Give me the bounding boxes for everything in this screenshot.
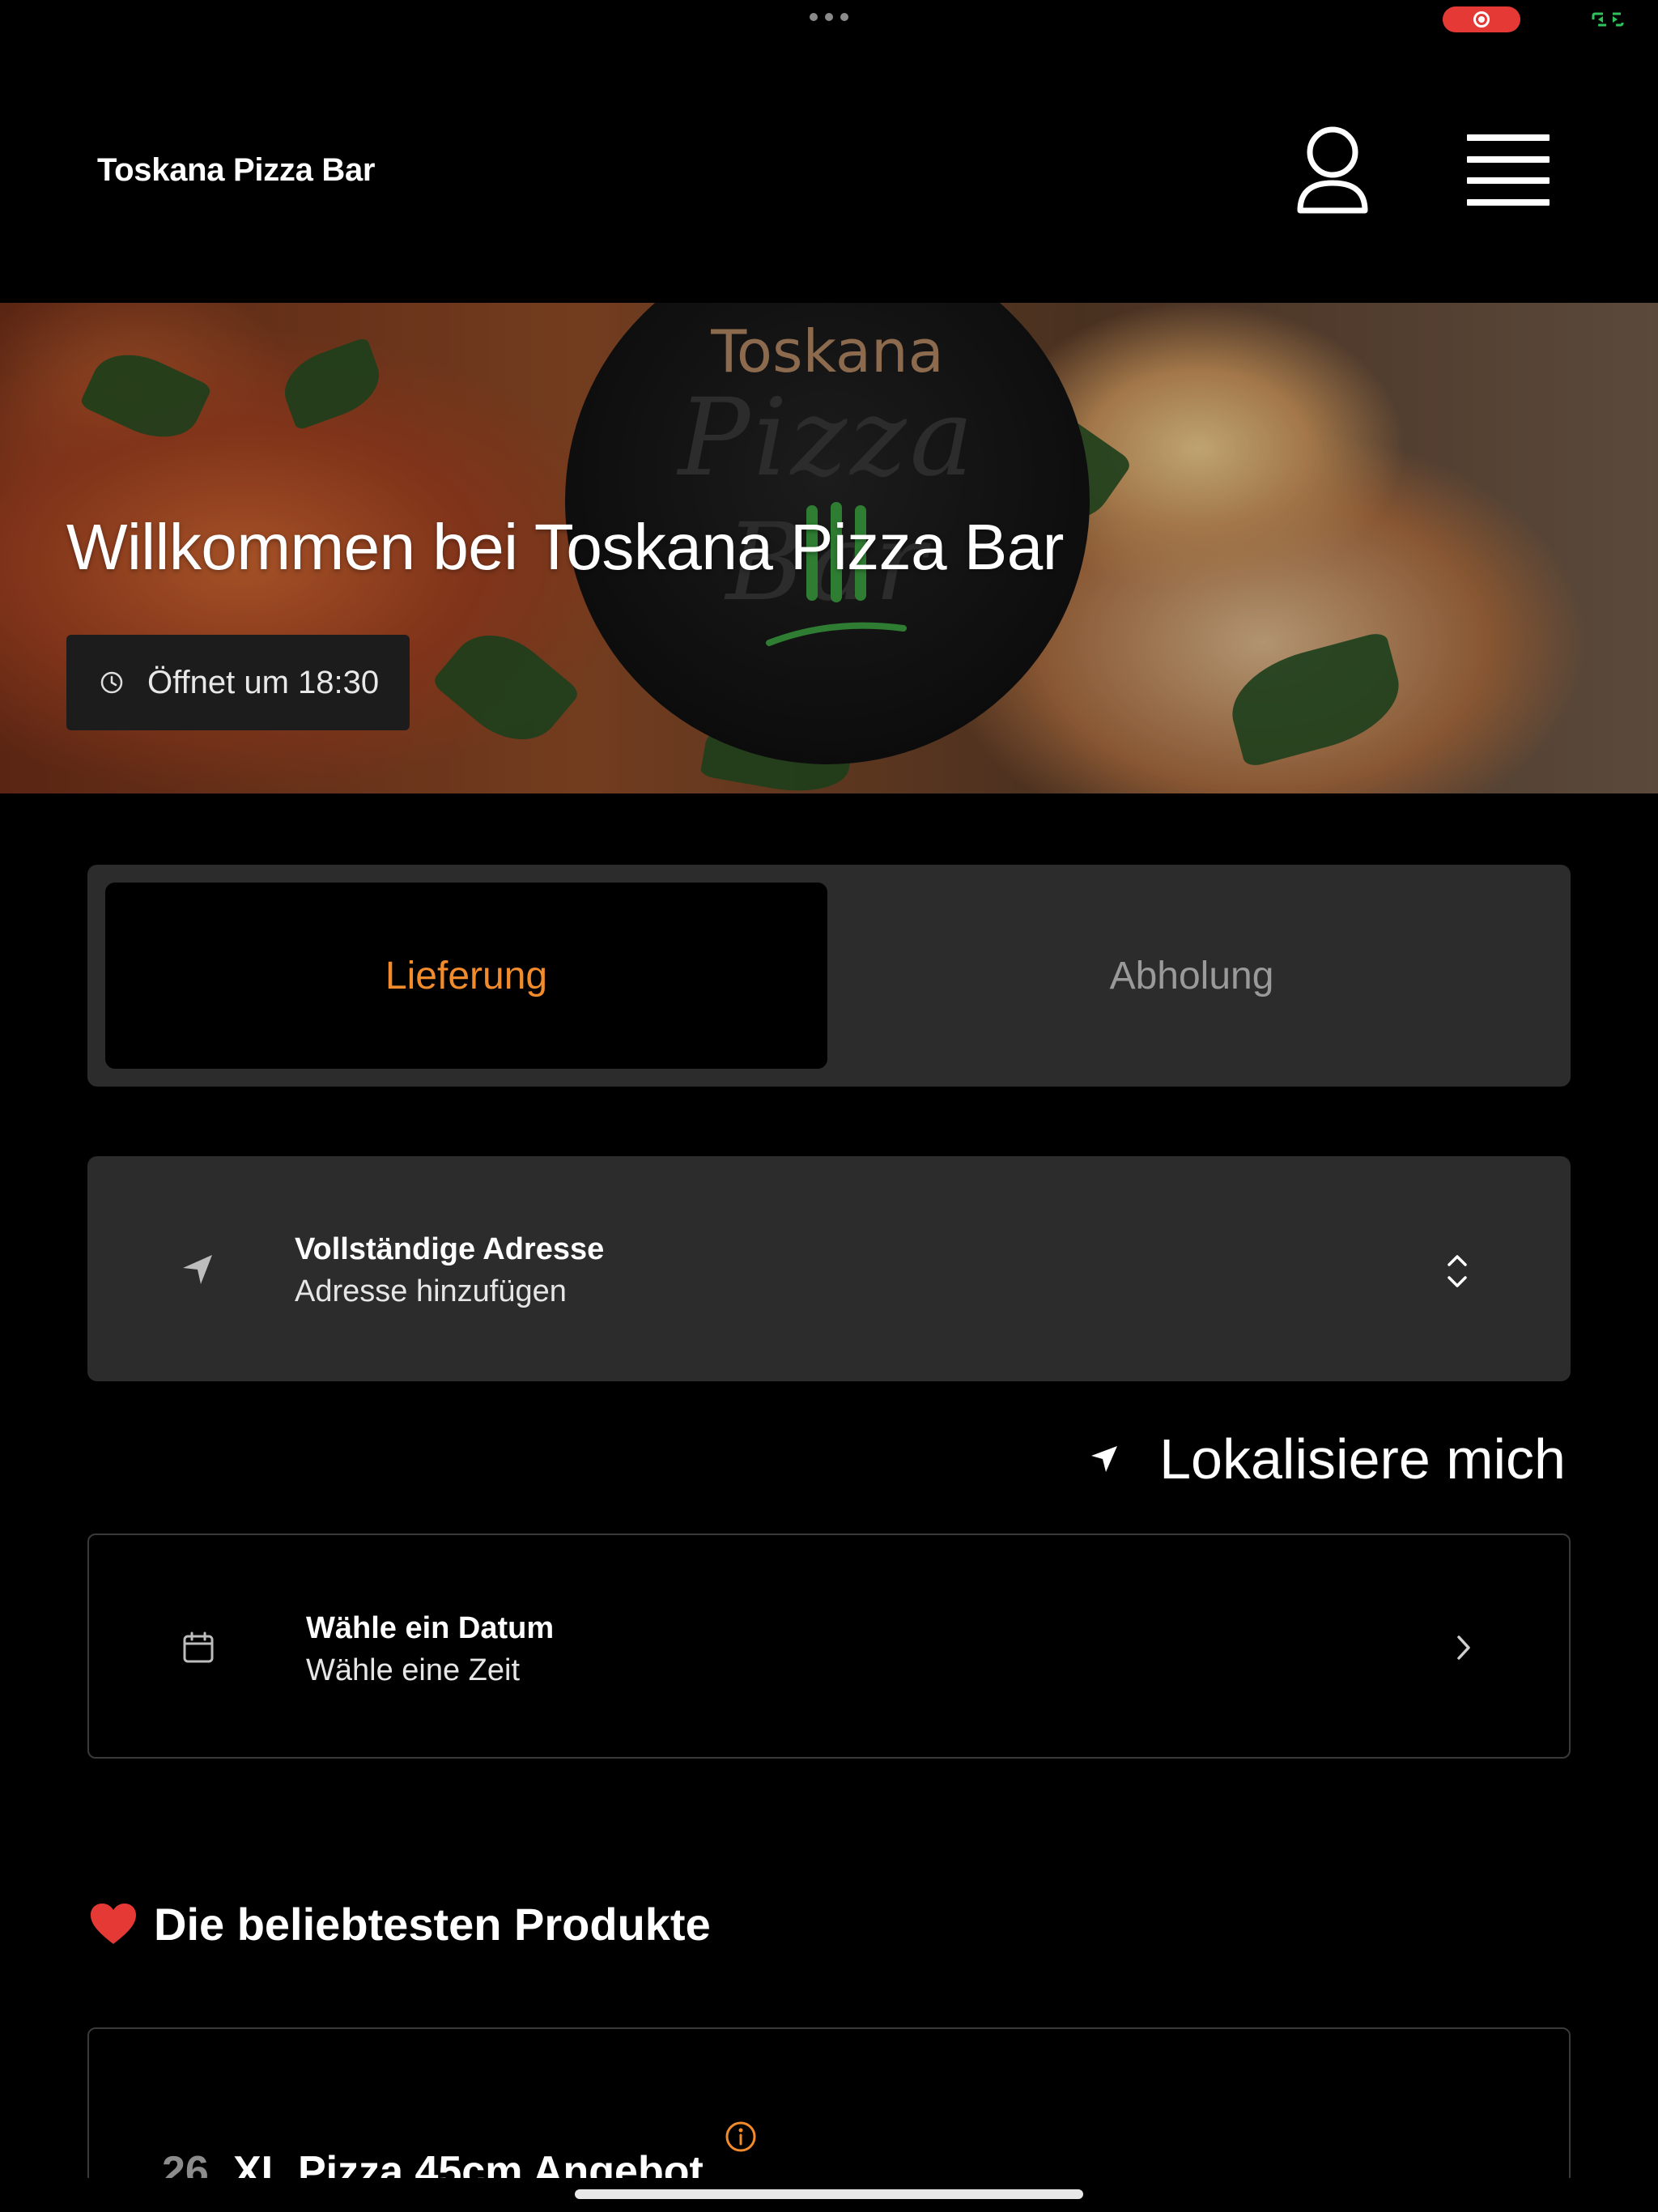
- clock-icon: [100, 671, 123, 694]
- info-icon[interactable]: [724, 2120, 758, 2154]
- screen-record-icon[interactable]: [1443, 6, 1520, 32]
- locate-me-label: Lokalisiere mich: [1159, 1427, 1566, 1491]
- menu-icon[interactable]: [1467, 134, 1550, 206]
- welcome-title: Willkommen bei Toskana Pizza Bar: [66, 511, 1064, 583]
- screen-mirror-icon[interactable]: [1592, 11, 1624, 28]
- app-screen: Toskana Pizza Bar Toskana Pizza Bar Will…: [0, 0, 1658, 2212]
- date-title: Wähle ein Datum: [306, 1611, 555, 1645]
- locate-me-button[interactable]: Lokalisiere mich: [1088, 1427, 1566, 1491]
- opening-time-text: Öffnet um 18:30: [147, 664, 380, 700]
- hero-banner: Toskana Pizza Bar Willkommen bei Toskana…: [0, 303, 1658, 793]
- location-arrow-icon: [1091, 1446, 1118, 1472]
- calendar-icon: [183, 1631, 214, 1663]
- home-indicator[interactable]: [575, 2189, 1083, 2199]
- date-time-selector[interactable]: Wähle ein Datum Wähle eine Zeit: [87, 1534, 1571, 1759]
- app-title[interactable]: Toskana Pizza Bar: [97, 152, 375, 189]
- chevron-up-down-icon: [1448, 1255, 1467, 1287]
- user-icon[interactable]: [1294, 125, 1371, 215]
- popular-products-heading: Die beliebtesten Produkte: [89, 1898, 711, 1950]
- tab-lieferung[interactable]: Lieferung: [105, 883, 827, 1069]
- chevron-right-icon: [1457, 1636, 1470, 1660]
- tab-abholung[interactable]: Abholung: [831, 883, 1553, 1069]
- address-subtitle: Adresse hinzufügen: [295, 1274, 567, 1308]
- opening-time-badge: Öffnet um 18:30: [66, 635, 410, 730]
- time-subtitle: Wähle eine Zeit: [306, 1653, 521, 1687]
- more-dots-icon[interactable]: [810, 13, 848, 23]
- navigation-arrow-icon: [183, 1255, 212, 1284]
- order-mode-toggle: Lieferung Abholung: [87, 865, 1571, 1087]
- address-title: Vollständige Adresse: [295, 1232, 605, 1266]
- address-selector[interactable]: Vollständige Adresse Adresse hinzufügen: [87, 1156, 1571, 1381]
- heart-icon: [91, 1903, 136, 1944]
